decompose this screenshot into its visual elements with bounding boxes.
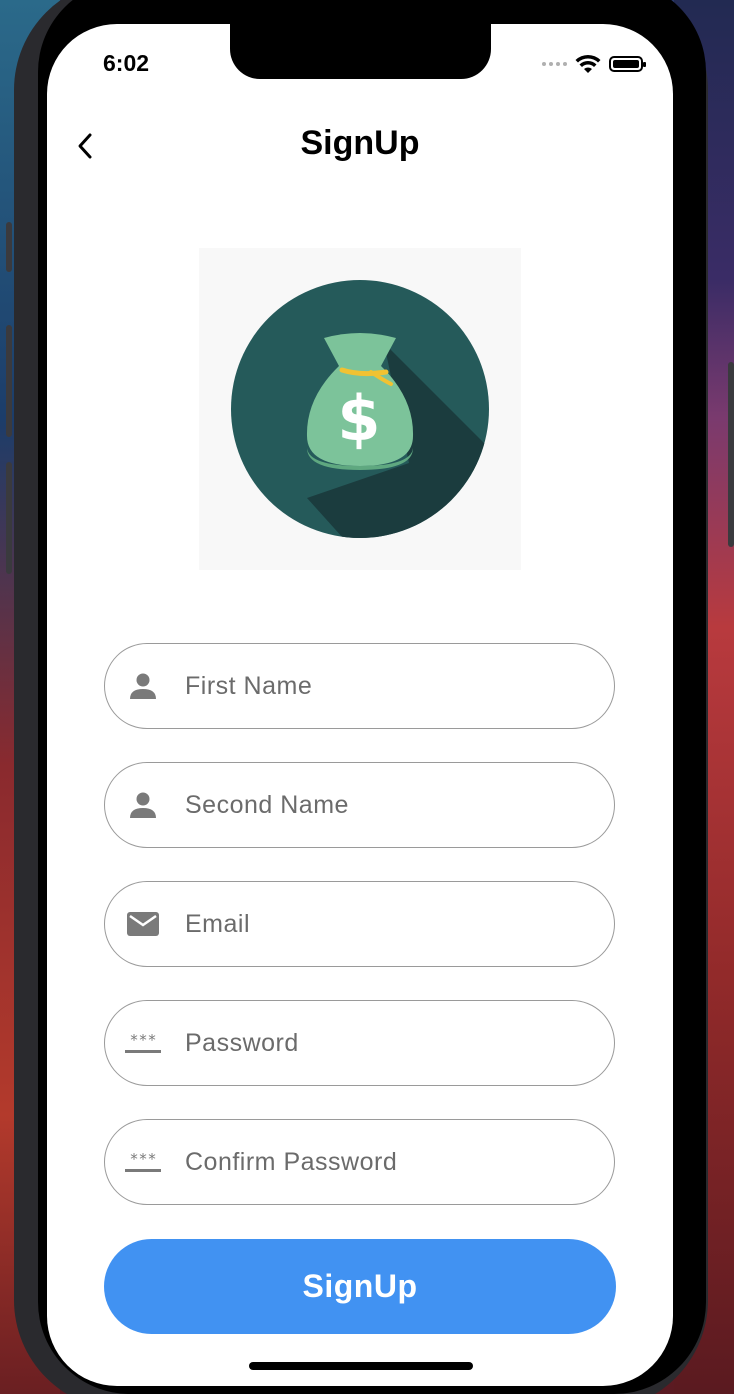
person-icon bbox=[125, 668, 161, 704]
volume-down-button bbox=[6, 462, 12, 574]
password-icon: *** bbox=[125, 1025, 161, 1061]
email-field[interactable] bbox=[104, 881, 615, 967]
dollar-sign: $ bbox=[337, 382, 380, 455]
notch bbox=[230, 24, 491, 79]
password-field[interactable]: *** bbox=[104, 1000, 615, 1086]
app-screen: 6:02 SignUp $ First Name Second Name Ema… bbox=[47, 24, 673, 1386]
page-title: SignUp bbox=[300, 124, 420, 162]
second-name-field[interactable] bbox=[104, 762, 615, 848]
status-time: 6:02 bbox=[103, 50, 150, 76]
battery-icon bbox=[609, 56, 646, 72]
first-name-field[interactable] bbox=[104, 643, 615, 729]
money-bag-icon: $ bbox=[231, 280, 489, 538]
app-logo: $ bbox=[199, 248, 521, 570]
first-name-input[interactable] bbox=[183, 670, 587, 702]
password-glyph: *** bbox=[129, 1149, 157, 1168]
password-icon: *** bbox=[125, 1144, 161, 1180]
email-input[interactable] bbox=[183, 908, 587, 940]
cellular-signal-icon bbox=[542, 62, 567, 66]
signup-button[interactable]: SignUp bbox=[104, 1239, 616, 1334]
status-icons bbox=[542, 54, 646, 74]
password-glyph: *** bbox=[129, 1030, 157, 1049]
person-icon bbox=[125, 787, 161, 823]
volume-up-button bbox=[6, 325, 12, 437]
password-input[interactable] bbox=[183, 1027, 587, 1059]
power-button bbox=[728, 362, 734, 547]
mail-icon bbox=[125, 906, 161, 942]
silent-switch bbox=[6, 222, 12, 272]
wifi-icon bbox=[575, 54, 601, 73]
home-indicator[interactable] bbox=[249, 1362, 473, 1370]
confirm-password-input[interactable] bbox=[183, 1146, 587, 1178]
confirm-password-field[interactable]: *** bbox=[104, 1119, 615, 1205]
second-name-input[interactable] bbox=[183, 789, 587, 821]
